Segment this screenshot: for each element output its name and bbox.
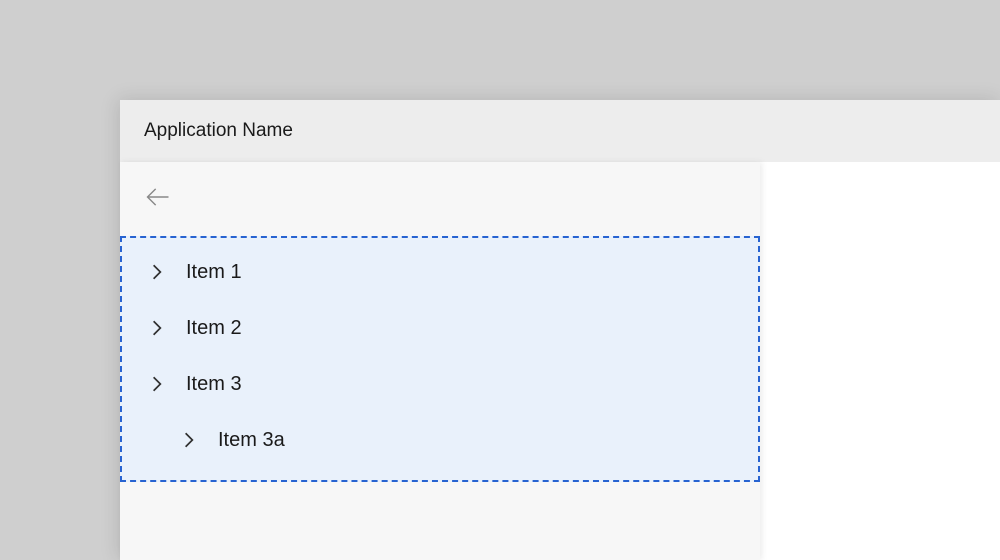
titlebar: Application Name xyxy=(120,100,1000,162)
tree-item-label: Item 3a xyxy=(218,429,285,452)
tree-item[interactable]: Item 3 xyxy=(122,356,758,412)
app-window: Application Name Item 1 Item 2 xyxy=(120,100,1000,560)
back-row xyxy=(120,162,760,236)
chevron-right-icon[interactable] xyxy=(176,431,202,449)
tree-item[interactable]: Item 1 xyxy=(122,244,758,300)
chevron-right-icon[interactable] xyxy=(144,319,170,337)
tree-item-label: Item 3 xyxy=(186,373,242,396)
chevron-right-icon[interactable] xyxy=(144,263,170,281)
navigation-panel: Item 1 Item 2 Item 3 Item 3a xyxy=(120,162,760,560)
tree-view[interactable]: Item 1 Item 2 Item 3 Item 3a xyxy=(120,236,760,482)
tree-item[interactable]: Item 2 xyxy=(122,300,758,356)
tree-item[interactable]: Item 3a xyxy=(122,412,758,468)
app-title: Application Name xyxy=(144,120,293,142)
tree-item-label: Item 1 xyxy=(186,261,242,284)
chevron-right-icon[interactable] xyxy=(144,375,170,393)
tree-item-label: Item 2 xyxy=(186,317,242,340)
back-arrow-icon[interactable] xyxy=(144,183,172,216)
